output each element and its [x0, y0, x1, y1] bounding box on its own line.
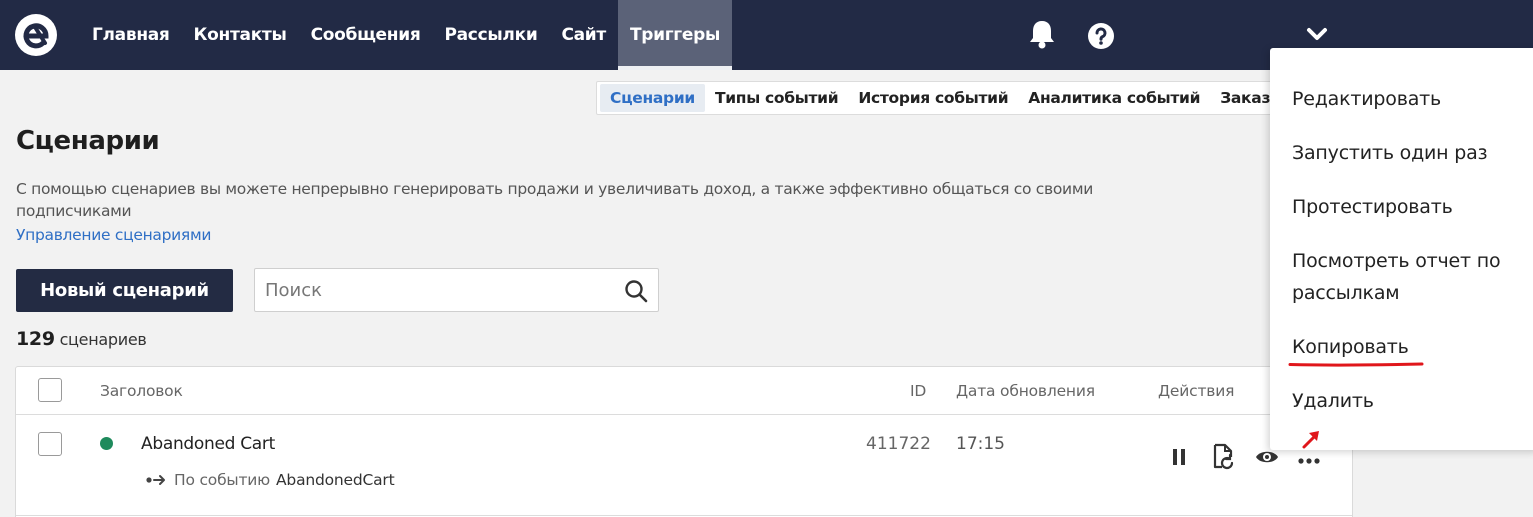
logo-icon[interactable] — [14, 13, 58, 57]
menu-item-run-once[interactable]: Запустить один раз — [1292, 137, 1532, 169]
column-header-actions: Действия — [1158, 382, 1235, 400]
scenarios-table: Заголовок ID Дата обновления Действия Ab… — [15, 366, 1353, 517]
actions-dropdown-menu: Редактировать Запустить один раз Протест… — [1270, 48, 1533, 450]
column-header-date[interactable]: Дата обновления — [956, 382, 1095, 400]
menu-item-edit[interactable]: Редактировать — [1292, 83, 1532, 115]
manage-scenarios-link[interactable]: Управление сценариями — [16, 226, 211, 244]
trigger-label: По событию — [174, 471, 271, 489]
red-arrow-annotation — [1302, 431, 1319, 449]
table-row[interactable]: Abandoned Cart 411722 17:15 По событию A… — [16, 416, 1352, 516]
row-checkbox[interactable] — [38, 432, 62, 456]
nav-item-site[interactable]: Сайт — [549, 0, 618, 70]
table-header: Заголовок ID Дата обновления Действия — [16, 367, 1352, 415]
page-title: Сценарии — [16, 126, 160, 156]
nav-item-triggers[interactable]: Триггеры — [617, 0, 733, 70]
menu-item-view-report[interactable]: Посмотреть отчет по рассылкам — [1292, 245, 1532, 309]
main-nav: Главная Контакты Сообщения Рассылки Сайт… — [80, 0, 733, 70]
scenario-title[interactable]: Abandoned Cart — [141, 434, 275, 454]
pause-icon[interactable] — [1166, 443, 1192, 471]
menu-item-test[interactable]: Протестировать — [1292, 191, 1532, 223]
bell-icon[interactable] — [1028, 18, 1056, 50]
column-header-id[interactable]: ID — [910, 382, 926, 400]
scenario-count-label: сценариев — [59, 330, 147, 349]
tab-event-history[interactable]: История событий — [848, 84, 1018, 112]
search-box — [254, 268, 659, 312]
menu-item-delete[interactable]: Удалить — [1292, 385, 1532, 417]
nav-item-campaigns[interactable]: Рассылки — [432, 0, 549, 70]
page-description: С помощью сценариев вы можете непрерывно… — [16, 180, 1093, 220]
menu-item-copy[interactable]: Копировать — [1292, 331, 1532, 363]
search-icon[interactable] — [624, 279, 648, 303]
new-scenario-button[interactable]: Новый сценарий — [16, 269, 233, 312]
file-refresh-icon[interactable] — [1210, 443, 1236, 471]
sub-navigation: Сценарии Типы событий История событий Ан… — [596, 81, 1296, 115]
nav-item-messages[interactable]: Сообщения — [299, 0, 433, 70]
trigger-event: AbandonedCart — [276, 471, 395, 489]
chevron-down-icon[interactable] — [1306, 26, 1328, 42]
trigger-arrow-icon — [146, 475, 165, 485]
trigger-info: По событию AbandonedCart — [146, 471, 395, 489]
nav-item-contacts[interactable]: Контакты — [182, 0, 299, 70]
red-underline-annotation — [1288, 362, 1424, 367]
tab-event-analytics[interactable]: Аналитика событий — [1018, 84, 1210, 112]
select-all-checkbox[interactable] — [38, 378, 62, 402]
search-input[interactable] — [265, 277, 605, 303]
column-header-title[interactable]: Заголовок — [100, 382, 183, 400]
nav-item-home[interactable]: Главная — [80, 0, 182, 70]
tab-event-types[interactable]: Типы событий — [705, 84, 848, 112]
status-indicator — [100, 437, 113, 450]
tab-scenarios[interactable]: Сценарии — [600, 84, 705, 112]
scenario-count: 129 сценариев — [16, 328, 147, 350]
help-icon[interactable] — [1087, 22, 1115, 50]
scenario-date: 17:15 — [956, 434, 1005, 454]
scenario-id: 411722 — [866, 434, 931, 454]
scenario-count-number: 129 — [16, 328, 55, 350]
